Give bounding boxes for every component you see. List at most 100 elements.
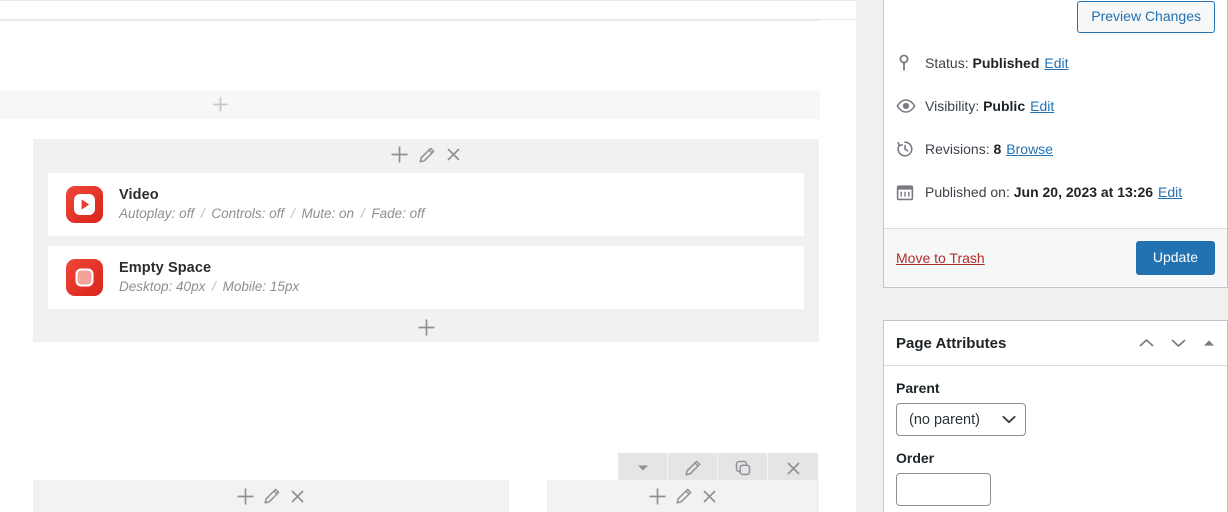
preview-changes-row: Preview Changes [896,0,1215,41]
parent-label: Parent [896,380,940,396]
parent-select-value: (no parent) [909,411,980,428]
close-icon[interactable] [785,460,802,477]
row-duplicate-button[interactable] [718,453,768,483]
row-dropdown-button[interactable] [618,453,668,483]
meta-value: 40px [176,279,206,295]
meta-separator: / [290,206,295,222]
meta-item: Autoplay: [119,206,176,222]
visibility-row: Visibility: Public Edit [896,84,1215,127]
plus-icon[interactable] [236,487,255,506]
visibility-value: Public [983,97,1026,114]
close-icon[interactable] [701,488,718,505]
revisions-clock-icon [896,140,920,158]
module-row-empty-space[interactable]: Empty Space Desktop: 40px / Mobile: 15px [48,246,804,309]
published-on-label: Published on: Jun 20, 2023 at 13:26 [925,184,1153,200]
plus-icon[interactable] [212,96,229,113]
page-attributes-controls [1139,338,1215,348]
published-on-edit-link[interactable]: Edit [1158,184,1182,200]
module-title: Video [119,187,159,204]
status-edit-link[interactable]: Edit [1044,55,1068,71]
parent-select[interactable]: (no parent) [896,403,1026,436]
module-group-add-bar[interactable] [33,312,819,342]
caret-down-icon[interactable] [637,464,649,472]
module-text: Video Autoplay: off / Controls: off / Mu… [119,187,425,221]
calendar-icon [896,183,920,201]
module-meta: Desktop: 40px / Mobile: 15px [119,279,299,295]
empty-space-module-icon [66,259,103,296]
published-on-value: Jun 20, 2023 at 13:26 [1013,183,1154,200]
meta-item: Fade: [371,206,406,222]
column-right-toolbar [547,480,819,512]
wordpress-page-editor: Video Autoplay: off / Controls: off / Mu… [0,0,1228,512]
module-meta: Autoplay: off / Controls: off / Mute: on… [119,206,425,222]
revisions-label: Revisions: 8 [925,141,1001,157]
triangle-up-icon[interactable] [1203,339,1215,347]
publish-panel-body: Preview Changes Status: Published Edit V… [884,0,1227,213]
meta-item: Mobile: [222,279,267,295]
close-icon[interactable] [289,488,306,505]
module-text: Empty Space Desktop: 40px / Mobile: 15px [119,260,299,294]
chevron-up-icon[interactable] [1139,338,1154,348]
move-to-trash-link[interactable]: Move to Trash [896,250,985,266]
revisions-browse-link[interactable]: Browse [1006,141,1053,157]
canvas-divider [0,0,856,1]
editor-sidebar: Preview Changes Status: Published Edit V… [856,0,1228,512]
meta-value: off [269,206,285,222]
order-label: Order [896,450,935,466]
pencil-icon[interactable] [263,487,281,505]
video-module-icon [66,186,103,223]
pencil-icon[interactable] [675,487,693,505]
pencil-icon[interactable] [418,146,436,164]
page-attributes-header: Page Attributes [884,321,1227,366]
meta-separator: / [212,279,216,295]
chevron-down-icon[interactable] [1171,338,1186,348]
pin-icon [896,54,920,72]
meta-value: 15px [269,279,300,295]
row-delete-button[interactable] [768,453,818,483]
page-attributes-body: Parent (no parent) Order [884,366,1227,506]
published-on-row: Published on: Jun 20, 2023 at 13:26 Edit [896,170,1215,213]
meta-item: Controls: [211,206,266,222]
eye-icon [896,99,920,113]
pencil-icon[interactable] [684,459,702,477]
plus-icon[interactable] [417,318,436,337]
revisions-count: 8 [993,140,1002,157]
meta-value: on [339,206,355,222]
module-group-toolbar [33,139,819,170]
status-value: Published [972,54,1040,71]
revisions-row: Revisions: 8 Browse [896,127,1215,170]
plus-icon[interactable] [390,145,409,164]
top-row-add-bar[interactable] [0,90,820,119]
duplicate-icon[interactable] [734,459,752,477]
revisions-key: Revisions: [925,140,990,157]
page-attributes-title: Page Attributes [896,334,1007,352]
top-row-card [0,20,820,90]
visibility-edit-link[interactable]: Edit [1030,98,1054,114]
preview-changes-button[interactable]: Preview Changes [1077,1,1215,34]
publish-panel-footer: Move to Trash Update [884,228,1227,287]
row-toolbar [618,453,818,483]
page-builder-canvas: Video Autoplay: off / Controls: off / Mu… [0,0,856,512]
meta-item: Mute: [301,206,336,222]
module-title: Empty Space [119,260,212,277]
status-label: Status: Published [925,55,1039,71]
status-row: Status: Published Edit [896,41,1215,84]
row-edit-button[interactable] [668,453,718,483]
meta-value: off [179,206,195,222]
plus-icon[interactable] [648,487,667,506]
close-icon[interactable] [445,146,462,163]
module-group: Video Autoplay: off / Controls: off / Mu… [33,139,819,342]
published-on-key: Published on: [925,183,1010,200]
status-key: Status: [925,54,969,71]
meta-separator: / [360,206,365,222]
page-attributes-panel: Page Attributes Parent (no parent) Order [883,320,1228,512]
meta-value: off [409,206,425,222]
column-left-toolbar [33,480,509,512]
meta-separator: / [200,206,205,222]
update-button[interactable]: Update [1135,240,1215,276]
chevron-down-icon [1002,412,1016,428]
order-input[interactable] [896,473,991,506]
module-row-video[interactable]: Video Autoplay: off / Controls: off / Mu… [48,173,804,236]
visibility-label: Visibility: Public [925,98,1025,114]
meta-item: Desktop: [119,279,173,295]
